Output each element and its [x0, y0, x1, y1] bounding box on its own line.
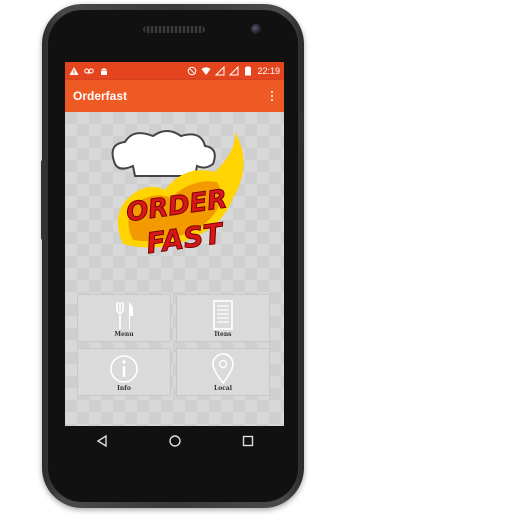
power-button [41, 160, 46, 240]
itens-tile-label: Itens [214, 331, 232, 338]
itens-tile[interactable]: Itens [176, 294, 270, 342]
status-time: 22:19 [257, 66, 280, 76]
main-content: ORDER FAST Menu Itens Info Local [65, 112, 284, 426]
recents-icon[interactable] [241, 434, 255, 448]
list-icon [213, 300, 233, 330]
android-icon [101, 68, 107, 75]
fork-knife-icon [116, 302, 134, 329]
info-icon [110, 355, 138, 383]
info-tile-label: Info [117, 385, 131, 392]
app-bar: Orderfast [65, 80, 284, 112]
front-camera [251, 24, 261, 34]
menu-tile[interactable]: Menu [77, 294, 171, 342]
signal-icon [229, 66, 239, 76]
app-title: Orderfast [73, 89, 128, 103]
battery-icon [245, 66, 252, 76]
local-tile-label: Local [213, 385, 233, 392]
overflow-menu-icon[interactable] [264, 86, 280, 106]
home-icon[interactable] [168, 434, 182, 448]
menu-tile-label: Menu [114, 331, 134, 338]
speaker-grille [143, 26, 205, 33]
nav-bar [65, 426, 284, 456]
voicemail-icon [84, 68, 94, 74]
signal-icon [215, 66, 225, 76]
wifi-icon [201, 67, 211, 75]
no-disturb-icon [188, 66, 197, 76]
chef-hat-icon [111, 130, 216, 177]
info-tile[interactable]: Info [77, 348, 171, 396]
volume-button [298, 112, 303, 146]
warning-icon [69, 67, 79, 75]
orderfast-logo: ORDER FAST [111, 130, 244, 261]
screen: 22:19 Orderfast ORDER FAST Menu Itens In… [65, 62, 284, 426]
back-icon[interactable] [95, 434, 109, 448]
location-pin-icon [212, 353, 234, 385]
local-tile[interactable]: Local [176, 348, 270, 396]
status-bar: 22:19 [65, 62, 284, 80]
